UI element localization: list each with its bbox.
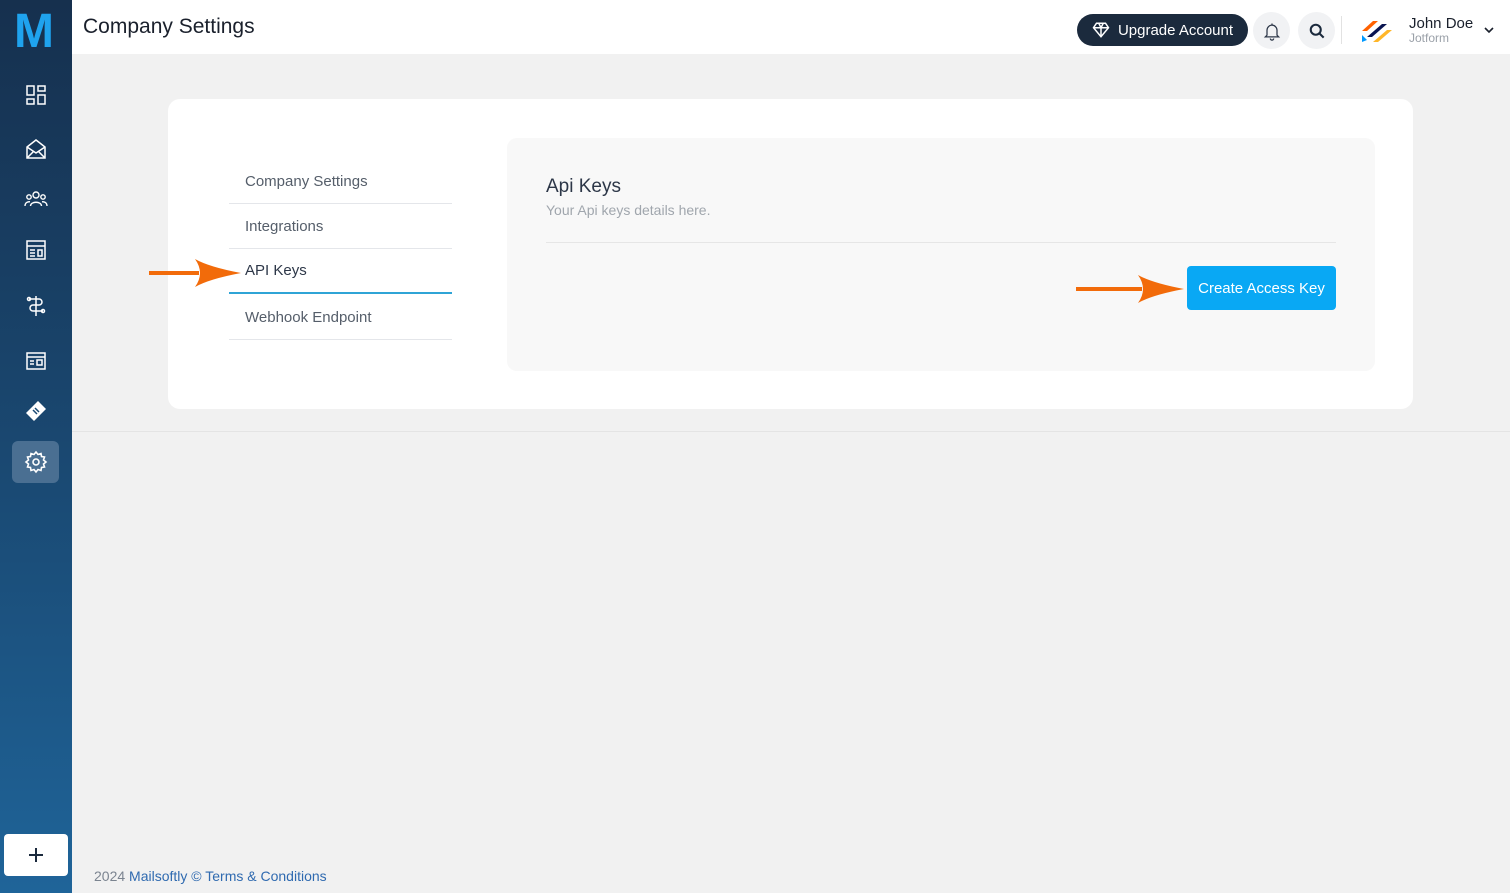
- search-button[interactable]: [1298, 12, 1335, 49]
- settings-nav-webhook-endpoint[interactable]: Webhook Endpoint: [229, 295, 452, 340]
- create-access-key-button[interactable]: Create Access Key: [1187, 266, 1336, 310]
- add-new-button[interactable]: [4, 834, 68, 876]
- search-icon: [1309, 23, 1324, 38]
- page-title: Company Settings: [83, 15, 255, 38]
- annotation-arrow-icon: [1076, 275, 1184, 303]
- sidebar-item-forms[interactable]: [12, 340, 59, 382]
- dashboard-icon: [25, 85, 46, 105]
- api-keys-panel: [507, 138, 1375, 371]
- sidebar-item-settings[interactable]: [12, 441, 59, 483]
- footer-year: 2024: [94, 868, 126, 884]
- sidebar-item-tickets[interactable]: [12, 390, 59, 432]
- panel-title: Api Keys: [546, 176, 621, 197]
- sidebar-item-dashboard[interactable]: [12, 74, 59, 116]
- sidebar-item-templates[interactable]: [12, 229, 59, 271]
- header-divider: [1341, 16, 1342, 44]
- app-logo[interactable]: M: [14, 6, 54, 58]
- contacts-group-icon: [23, 191, 48, 207]
- sidebar: M: [0, 0, 72, 893]
- panel-subtitle: Your Api keys details here.: [546, 202, 711, 218]
- panel-divider: [546, 242, 1336, 243]
- upgrade-account-button[interactable]: Upgrade Account: [1077, 14, 1248, 46]
- diamond-icon: [1092, 22, 1110, 38]
- footer: 2024 Mailsoftly © Terms & Conditions: [94, 868, 327, 884]
- templates-icon: [25, 240, 46, 260]
- footer-terms-link[interactable]: Terms & Conditions: [205, 868, 326, 884]
- content-divider: [72, 431, 1510, 432]
- annotation-arrow-icon: [149, 259, 241, 287]
- sidebar-item-campaigns[interactable]: [12, 128, 59, 170]
- settings-nav-label: Webhook Endpoint: [245, 308, 372, 326]
- settings-nav-label: Company Settings: [245, 172, 368, 190]
- settings-gear-icon: [24, 450, 47, 474]
- jotform-logo-icon[interactable]: [1359, 18, 1393, 44]
- bell-icon: [1263, 23, 1280, 41]
- plus-icon: [29, 848, 43, 862]
- settings-nav-company-settings[interactable]: Company Settings: [229, 159, 452, 204]
- settings-nav-api-keys[interactable]: API Keys: [229, 249, 452, 294]
- user-org: Jotform: [1409, 31, 1450, 45]
- chevron-down-icon[interactable]: [1483, 24, 1495, 36]
- campaign-mail-icon: [25, 139, 46, 159]
- forms-icon: [25, 352, 46, 370]
- settings-nav-label: API Keys: [245, 262, 307, 279]
- automation-icon: [26, 296, 45, 316]
- notifications-button[interactable]: [1253, 12, 1290, 49]
- tickets-icon: [25, 401, 46, 421]
- upgrade-account-label: Upgrade Account: [1117, 21, 1234, 39]
- sidebar-item-automation[interactable]: [12, 285, 59, 327]
- footer-copyright: ©: [191, 868, 202, 884]
- sidebar-item-contacts[interactable]: [12, 178, 59, 220]
- settings-nav-label: Integrations: [245, 217, 324, 235]
- footer-brand-link[interactable]: Mailsoftly: [129, 868, 187, 884]
- settings-nav-integrations[interactable]: Integrations: [229, 204, 452, 249]
- user-name[interactable]: John Doe: [1409, 15, 1473, 32]
- top-header: Company Settings Upgrade Account John Do…: [72, 0, 1510, 54]
